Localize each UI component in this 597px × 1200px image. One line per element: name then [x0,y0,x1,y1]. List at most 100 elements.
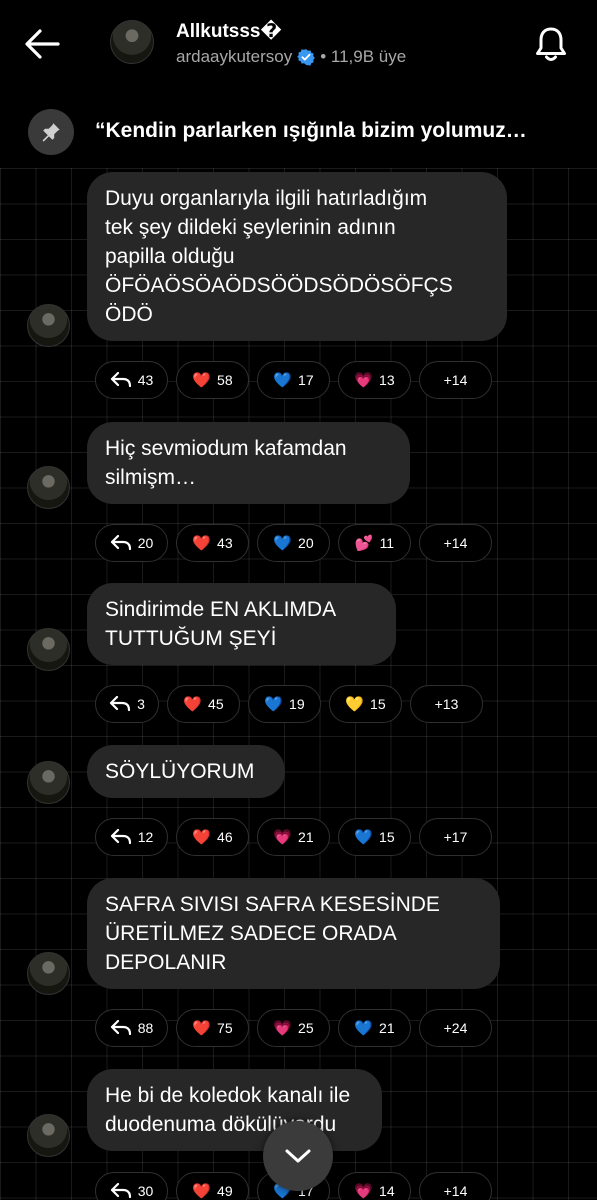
reaction-count: 46 [217,829,233,845]
reaction-red-heart[interactable]: ❤️ 58 [176,361,249,399]
reaction-blue-heart[interactable]: 💙 17 [257,361,330,399]
reply-count: 20 [137,535,154,551]
reaction-sparkling-heart[interactable]: 💗 25 [257,1009,330,1047]
avatar[interactable] [27,466,70,509]
channel-title[interactable]: Allkutsss� [176,20,282,43]
channel-subtitle: ardaaykutersoy • 11,9B üye [176,47,406,67]
message-feed[interactable]: Duyu organlarıyla ilgili hatırladığım te… [0,168,597,1200]
reply-count-button[interactable]: 30 [95,1172,168,1200]
blue-heart-icon: 💙 [273,372,293,389]
reaction-count: 19 [289,696,305,712]
blue-heart-icon: 💙 [354,1020,374,1037]
reply-icon [110,1019,131,1036]
reaction-blue-heart[interactable]: 💙 20 [257,524,330,562]
reaction-count: 21 [298,829,314,845]
reply-count: 30 [137,1183,154,1199]
reaction-bar: 3 ❤️ 45 💙 19 💛 15 +13 [95,685,483,723]
reaction-blue-heart[interactable]: 💙 15 [338,818,411,856]
reaction-count: 20 [298,535,314,551]
sparkling-heart-icon: 💗 [273,1020,293,1037]
more-reactions-count: +24 [443,1020,468,1036]
arrow-left-icon [25,29,60,59]
message-bubble[interactable]: SÖYLÜYORUM [87,745,285,798]
reaction-count: 43 [217,535,233,551]
reaction-bar: 12 ❤️ 46 💗 21 💙 15 +17 [95,818,492,856]
yellow-heart-icon: 💛 [345,696,365,713]
reply-count: 88 [137,1020,154,1036]
reaction-count: 17 [298,372,314,388]
more-reactions-count: +14 [443,535,468,551]
message-bubble[interactable]: Sindirimde EN AKLIMDA TUTTUĞUM ŞEYİ [87,583,396,665]
bell-icon [536,27,566,61]
reaction-blue-heart[interactable]: 💙 19 [248,685,321,723]
sparkling-heart-icon: 💗 [354,1183,374,1200]
pin-icon [28,109,74,155]
channel-avatar[interactable] [110,20,154,64]
reaction-sparkling-heart[interactable]: 💗 21 [257,818,330,856]
notifications-button[interactable] [533,24,569,64]
more-reactions-button[interactable]: +14 [419,1172,492,1200]
reaction-red-heart[interactable]: ❤️ 45 [167,685,240,723]
reply-count: 12 [137,829,154,845]
red-heart-icon: ❤️ [183,696,203,713]
reply-count-button[interactable]: 20 [95,524,168,562]
sparkling-heart-icon: 💗 [273,829,293,846]
reaction-count: 58 [217,372,233,388]
reaction-red-heart[interactable]: ❤️ 75 [176,1009,249,1047]
reply-count: 43 [137,372,154,388]
avatar[interactable] [27,628,70,671]
blue-heart-icon: 💙 [354,829,374,846]
channel-header: Allkutsss� ardaaykutersoy • 11,9B üye [0,0,597,90]
more-reactions-button[interactable]: +17 [419,818,492,856]
more-reactions-button[interactable]: +24 [419,1009,492,1047]
reaction-count: 75 [217,1020,233,1036]
reaction-red-heart[interactable]: ❤️ 46 [176,818,249,856]
avatar[interactable] [27,304,70,347]
more-reactions-count: +14 [443,1183,468,1199]
back-button[interactable] [22,24,62,64]
reply-count-button[interactable]: 88 [95,1009,168,1047]
reaction-sparkling-heart[interactable]: 💗 13 [338,361,411,399]
message-bubble[interactable]: Duyu organlarıyla ilgili hatırladığım te… [87,172,507,341]
blue-heart-icon: 💙 [264,696,284,713]
reply-count-button[interactable]: 43 [95,361,168,399]
reaction-bar: 88 ❤️ 75 💗 25 💙 21 +24 [95,1009,492,1047]
red-heart-icon: ❤️ [192,1183,212,1200]
message-bubble[interactable]: He bi de koledok kanalı ile duodenuma dö… [87,1069,382,1151]
reaction-count: 21 [379,1020,395,1036]
member-count: • 11,9B üye [320,47,407,66]
reaction-count: 13 [379,372,395,388]
more-reactions-button[interactable]: +14 [419,524,492,562]
reaction-blue-heart[interactable]: 💙 21 [338,1009,411,1047]
reply-icon [110,534,131,551]
two-hearts-icon: 💕 [354,535,374,552]
red-heart-icon: ❤️ [192,372,212,389]
pinned-message-text: “Kendin parlarken ışığınla bizim yolumuz… [95,119,527,142]
message-bubble[interactable]: Hiç sevmiodum kafamdan silmişm… [87,422,410,504]
reaction-count: 15 [379,829,395,845]
avatar[interactable] [27,1114,70,1157]
reply-count-button[interactable]: 12 [95,818,168,856]
avatar[interactable] [27,761,70,804]
reaction-count: 49 [217,1183,233,1199]
reply-count-button[interactable]: 3 [95,685,159,723]
reaction-yellow-heart[interactable]: 💛 15 [329,685,402,723]
pinned-message[interactable]: “Kendin parlarken ışığınla bizim yolumuz… [0,104,597,164]
message-bubble[interactable]: SAFRA SIVISI SAFRA KESESİNDE ÜRETİLMEZ S… [87,878,500,989]
scroll-to-bottom-button[interactable] [263,1121,333,1191]
reaction-count: 45 [208,696,224,712]
more-reactions-count: +14 [443,372,468,388]
reaction-sparkling-heart[interactable]: 💗 14 [338,1172,411,1200]
reaction-red-heart[interactable]: ❤️ 43 [176,524,249,562]
sparkling-heart-icon: 💗 [354,372,374,389]
reaction-two-hearts[interactable]: 💕 11 [338,524,411,562]
more-reactions-button[interactable]: +14 [419,361,492,399]
red-heart-icon: ❤️ [192,535,212,552]
more-reactions-button[interactable]: +13 [410,685,483,723]
reaction-count: 14 [379,1183,395,1199]
verified-badge-icon [297,49,316,66]
reaction-red-heart[interactable]: ❤️ 49 [176,1172,249,1200]
channel-handle: ardaaykutersoy [176,47,293,66]
more-reactions-count: +13 [434,696,459,712]
avatar[interactable] [27,952,70,995]
